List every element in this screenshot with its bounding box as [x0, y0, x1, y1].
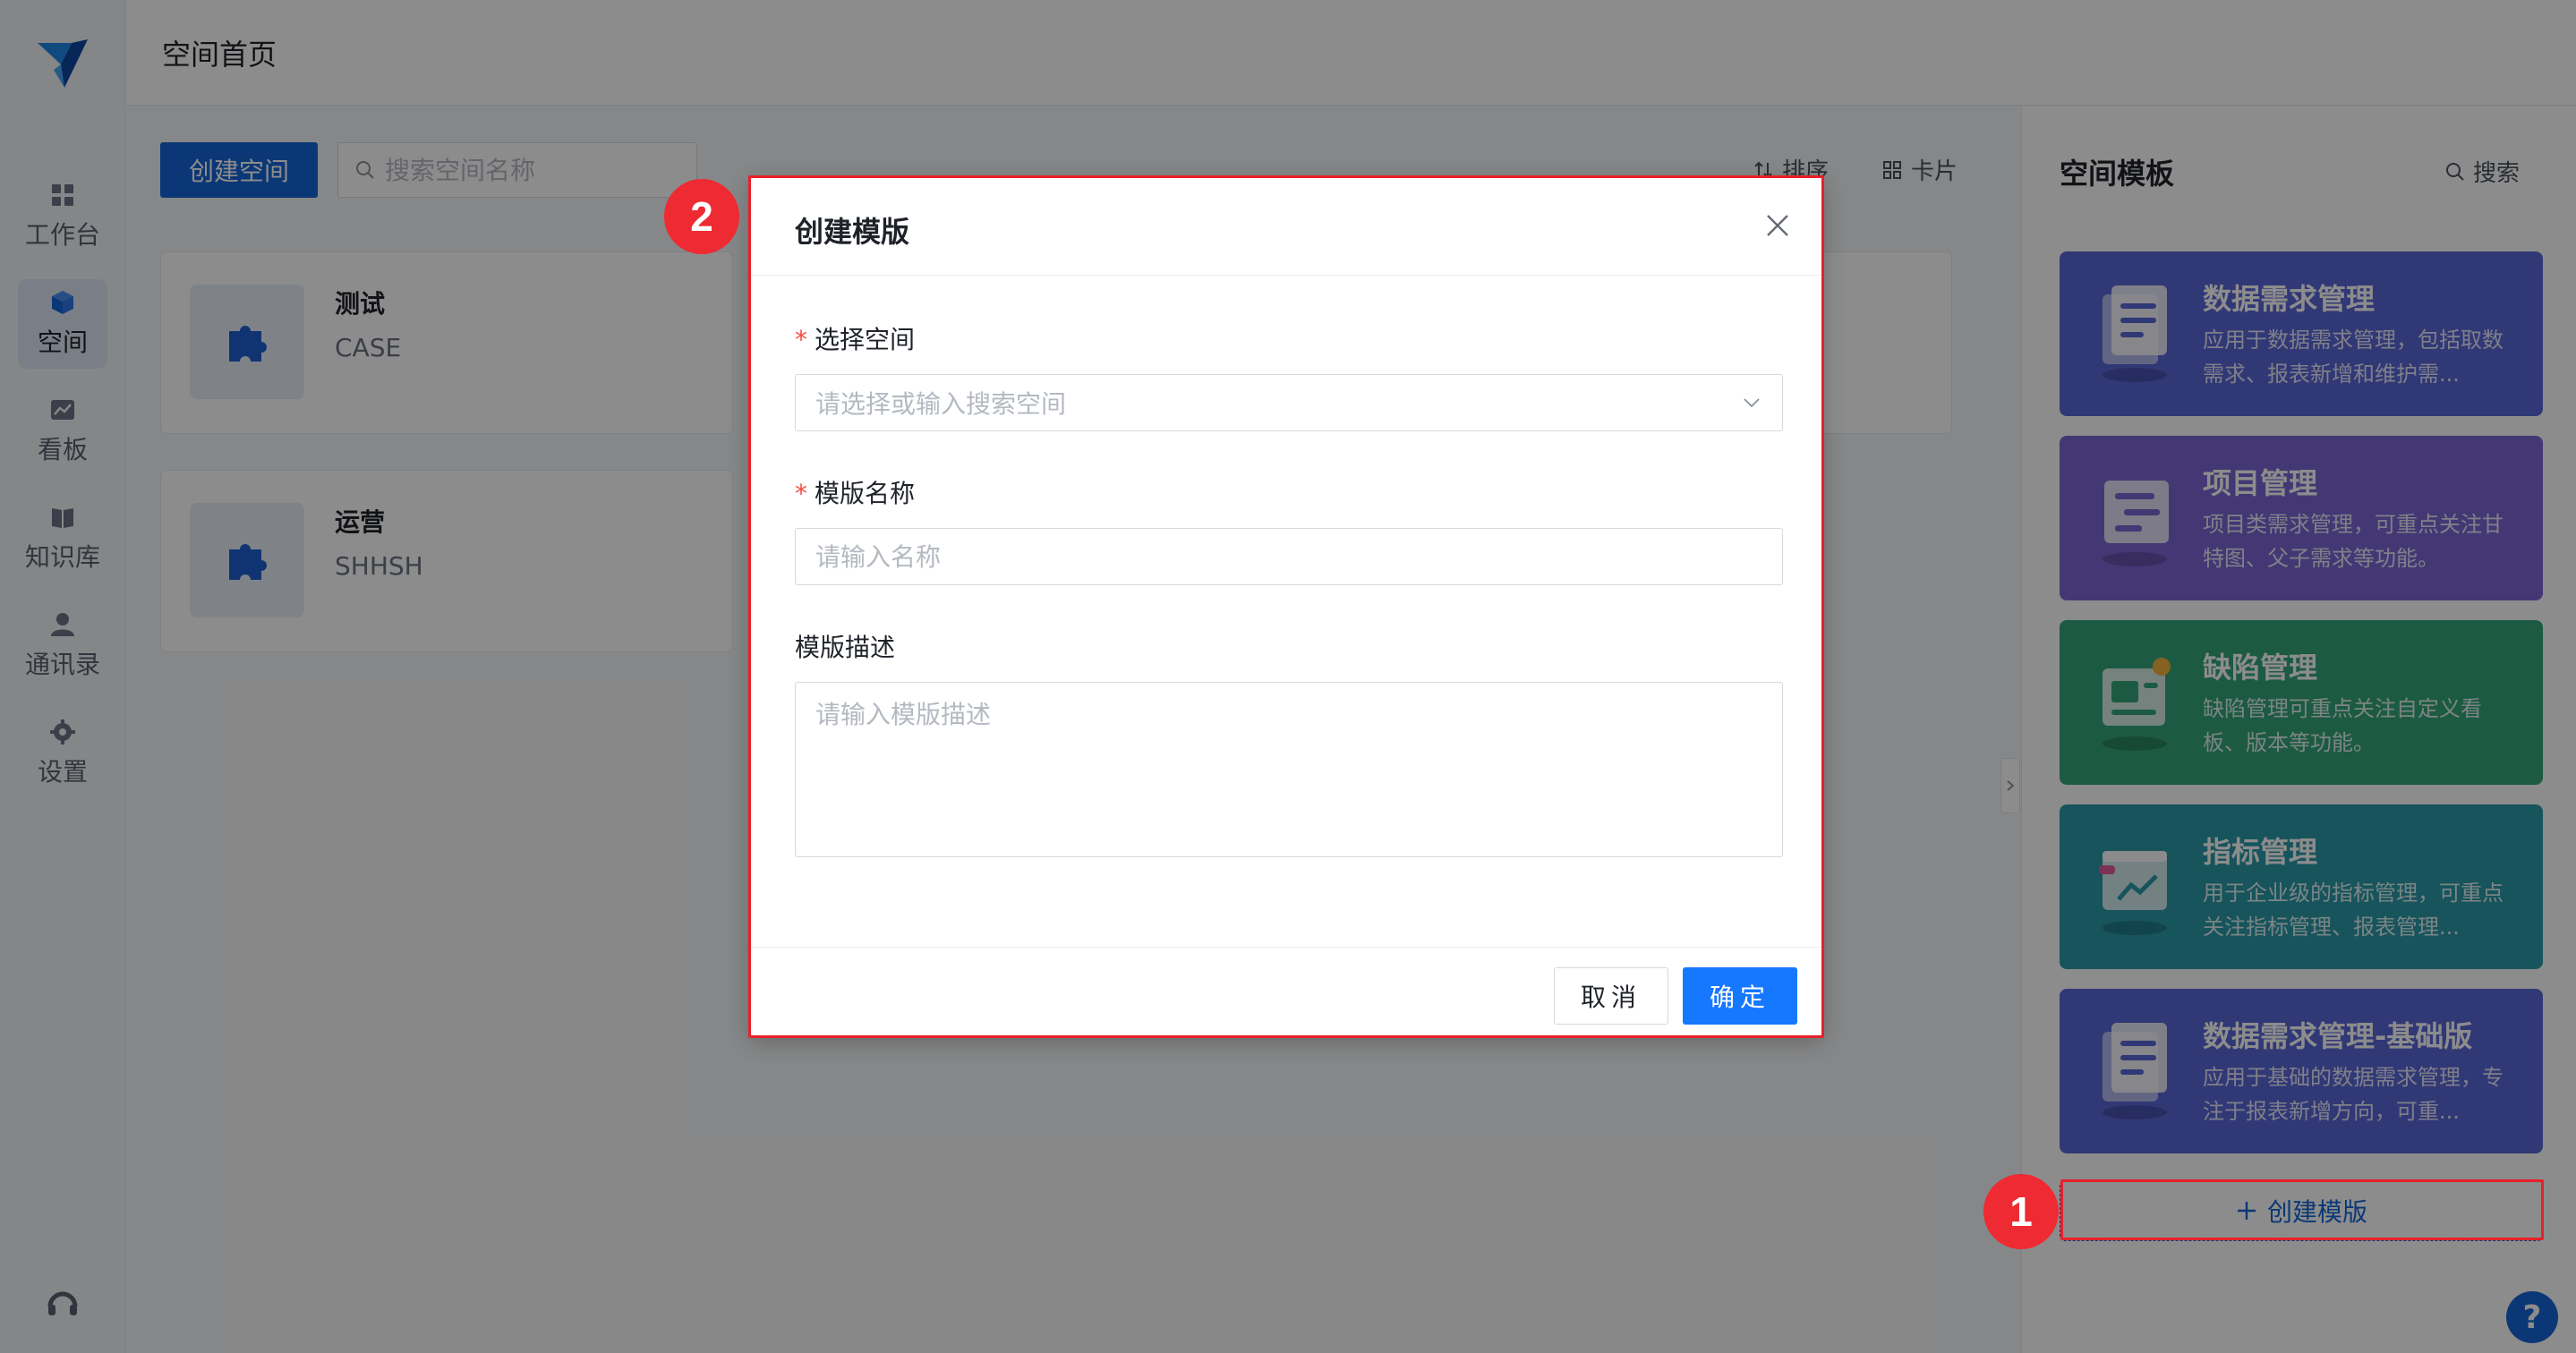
create-template-highlight-box	[2060, 1179, 2544, 1240]
step-badge: 1	[1983, 1174, 2059, 1249]
step-badge: 2	[664, 179, 739, 254]
dialog-highlight-box	[748, 175, 1824, 1038]
